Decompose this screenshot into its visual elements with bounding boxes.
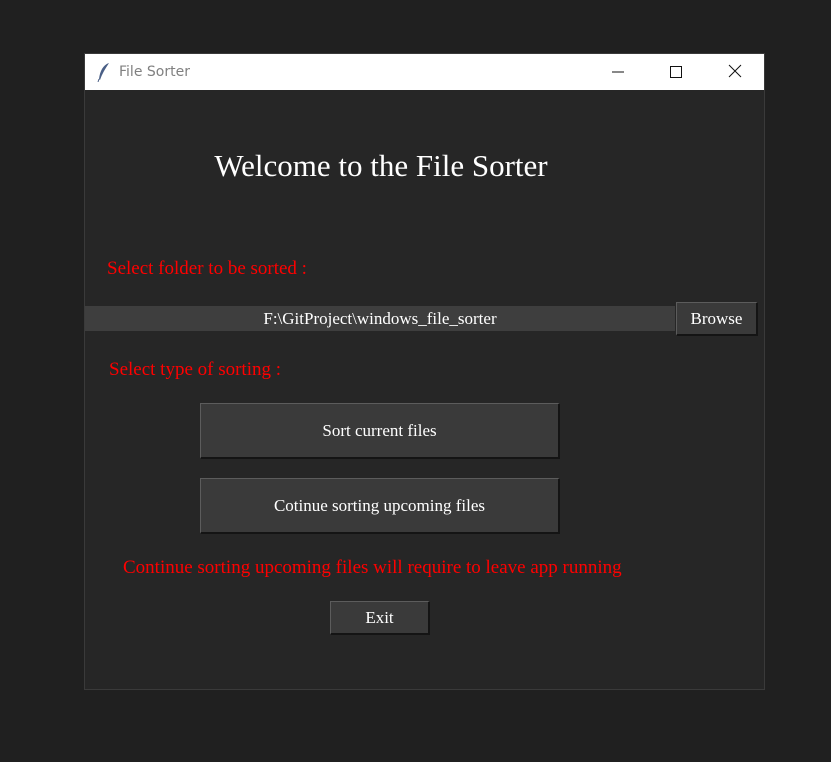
title-bar[interactable]: File Sorter bbox=[85, 54, 764, 90]
continue-sorting-button[interactable]: Cotinue sorting upcoming files bbox=[200, 478, 560, 534]
window-title: File Sorter bbox=[119, 64, 190, 80]
sort-type-label: Select type of sorting : bbox=[109, 359, 282, 380]
maximize-icon bbox=[670, 63, 682, 82]
main-content: Welcome to the File Sorter Select folder… bbox=[85, 90, 764, 690]
minimize-icon bbox=[612, 63, 624, 82]
folder-select-label: Select folder to be sorted : bbox=[107, 258, 307, 279]
close-button[interactable] bbox=[712, 54, 758, 90]
folder-path-field[interactable]: F:\GitProject\windows_file_sorter bbox=[85, 306, 675, 331]
close-icon bbox=[728, 63, 742, 82]
sort-current-files-button[interactable]: Sort current files bbox=[200, 403, 560, 459]
browse-button[interactable]: Browse bbox=[676, 302, 758, 336]
exit-button[interactable]: Exit bbox=[330, 601, 430, 635]
minimize-button[interactable] bbox=[595, 54, 641, 90]
maximize-button[interactable] bbox=[653, 54, 699, 90]
welcome-heading: Welcome to the File Sorter bbox=[214, 148, 548, 183]
running-note: Continue sorting upcoming files will req… bbox=[123, 557, 622, 578]
app-window: File Sorter Welcome to the File Sorter S… bbox=[84, 53, 765, 690]
feather-icon bbox=[97, 62, 111, 83]
